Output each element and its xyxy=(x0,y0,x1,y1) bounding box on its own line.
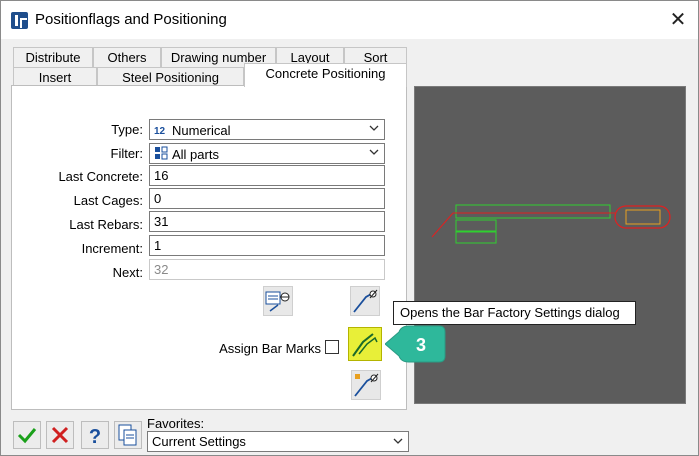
last-concrete-input[interactable]: 16 xyxy=(149,165,385,186)
help-button[interactable]: ? xyxy=(81,421,109,449)
ok-button[interactable] xyxy=(13,421,41,449)
filter-value: All parts xyxy=(172,147,219,162)
bar-positioning-icon xyxy=(353,289,378,313)
preview-panel xyxy=(414,86,686,404)
favorites-label: Favorites: xyxy=(147,416,205,431)
filter-select[interactable]: All parts xyxy=(149,143,385,164)
next-label: Next: xyxy=(112,265,143,280)
bar-mark-edit-icon xyxy=(354,373,379,397)
all-parts-icon xyxy=(155,146,168,160)
favorites-select[interactable]: Current Settings xyxy=(147,431,409,452)
tab-distribute[interactable]: Distribute xyxy=(13,47,93,67)
increment-input[interactable]: 1 xyxy=(149,235,385,256)
step-callout-number: 3 xyxy=(416,335,426,355)
last-rebars-input[interactable]: 31 xyxy=(149,211,385,232)
step-callout: 3 xyxy=(385,325,446,363)
app-icon xyxy=(11,12,28,29)
dialog-window: Positionflags and Positioning ✕ Distribu… xyxy=(0,0,699,456)
assign-bar-marks-label: Assign Bar Marks xyxy=(219,341,321,356)
assign-bar-marks-checkbox[interactable] xyxy=(325,340,339,354)
bar-factory-icon xyxy=(352,333,378,357)
svg-text:?: ? xyxy=(89,426,101,448)
renumber-button[interactable] xyxy=(263,286,293,316)
last-rebars-label: Last Rebars: xyxy=(69,217,143,232)
copy-settings-button[interactable] xyxy=(114,421,142,449)
bar-mark-edit-button[interactable] xyxy=(351,370,381,400)
renumber-icon xyxy=(265,291,290,312)
cancel-x-icon xyxy=(51,426,69,444)
close-icon[interactable]: ✕ xyxy=(665,7,691,33)
last-cages-label: Last Cages: xyxy=(73,193,143,208)
tab-others[interactable]: Others xyxy=(93,47,161,67)
next-input: 32 xyxy=(149,259,385,280)
ok-checkmark-icon xyxy=(17,428,37,444)
chevron-down-icon xyxy=(393,438,403,444)
tab-insert[interactable]: Insert xyxy=(13,67,97,87)
title-bar: Positionflags and Positioning ✕ xyxy=(1,1,698,39)
cancel-button[interactable] xyxy=(46,421,74,449)
last-concrete-label: Last Concrete: xyxy=(58,169,143,184)
window-title: Positionflags and Positioning xyxy=(35,11,227,28)
favorites-value: Current Settings xyxy=(152,434,246,449)
chevron-down-icon xyxy=(369,125,379,131)
last-cages-input[interactable]: 0 xyxy=(149,188,385,209)
copy-settings-icon xyxy=(118,424,137,446)
help-question-icon: ? xyxy=(89,426,101,448)
bar-factory-tooltip: Opens the Bar Factory Settings dialog xyxy=(393,301,636,325)
tab-steel-positioning[interactable]: Steel Positioning xyxy=(97,67,244,87)
filter-label: Filter: xyxy=(110,146,144,161)
type-value: Numerical xyxy=(172,123,231,138)
bar-factory-settings-button[interactable] xyxy=(348,327,382,361)
numerical-icon: 12 xyxy=(154,126,166,137)
type-label: Type: xyxy=(111,122,143,137)
preview-drawing xyxy=(431,204,671,244)
increment-label: Increment: xyxy=(81,241,143,256)
chevron-down-icon xyxy=(369,149,379,155)
type-select[interactable]: 12 Numerical xyxy=(149,119,385,140)
bar-positioning-button[interactable] xyxy=(350,286,380,316)
tab-concrete-positioning[interactable]: Concrete Positioning xyxy=(244,63,407,87)
